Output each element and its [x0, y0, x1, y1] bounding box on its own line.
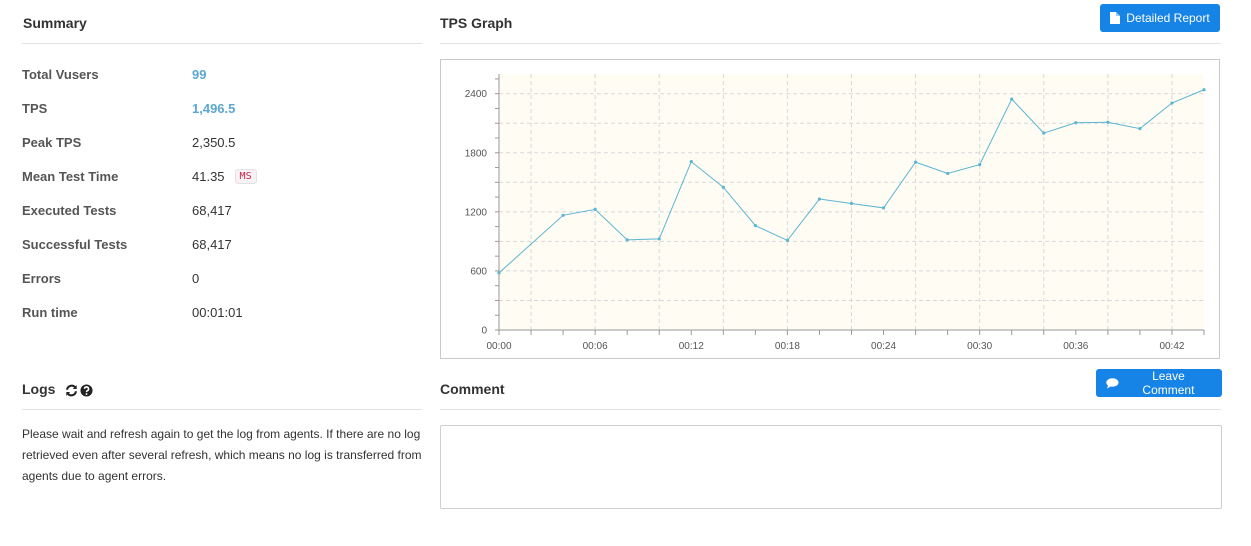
- tps-data-point: [657, 237, 661, 241]
- tps-graph-title: TPS Graph: [440, 15, 513, 31]
- comment-title: Comment: [440, 381, 505, 397]
- summary-row-tps: TPS 1,496.5: [22, 98, 422, 118]
- summary-value-wrap: 41.35 MS: [192, 168, 257, 184]
- x-tick-label: 00:42: [1159, 341, 1184, 352]
- summary-title: Summary: [23, 15, 87, 31]
- summary-label: Errors: [22, 270, 62, 286]
- logs-title: Logs: [22, 381, 56, 397]
- logs-icon-group: [65, 384, 93, 397]
- summary-row-total-vusers: Total Vusers 99: [22, 64, 422, 84]
- tps-data-point: [1074, 121, 1078, 125]
- y-tick-label: 1800: [465, 148, 488, 159]
- help-icon[interactable]: [80, 384, 93, 397]
- tps-data-point: [881, 206, 886, 210]
- logs-message: Please wait and refresh again to get the…: [22, 427, 422, 483]
- comment-divider: [440, 409, 1221, 410]
- tps-chart-frame: 0 600 1200 1800 2400 00:00 00:06 00:12 00:18 00:2…: [440, 59, 1220, 359]
- y-tick-label: 1200: [465, 207, 488, 218]
- summary-label: Total Vusers: [22, 66, 99, 82]
- x-tick-label: 00:12: [679, 341, 704, 352]
- detailed-report-label: Detailed Report: [1126, 11, 1210, 25]
- x-tick-label: 00:36: [1063, 341, 1088, 352]
- summary-value: 0: [192, 270, 200, 286]
- tps-data-point: [1202, 88, 1206, 92]
- x-tick-label: 00:00: [486, 341, 511, 352]
- summary-row-executed-tests: Executed Tests 68,417: [22, 200, 422, 220]
- tps-data-point: [689, 160, 693, 164]
- tps-line-chart: 0 600 1200 1800 2400 00:00 00:06 00:12 00:18 00:2…: [465, 74, 1206, 352]
- tps-data-point: [946, 171, 950, 176]
- summary-value: 1,496.5: [192, 100, 236, 116]
- logs-header: Logs: [22, 381, 93, 397]
- tps-data-point: [1170, 101, 1174, 105]
- tps-data-point: [978, 162, 982, 167]
- leave-comment-label: Leave Comment: [1142, 369, 1195, 397]
- tps-data-point: [1138, 127, 1142, 131]
- tps-data-point: [1010, 97, 1014, 101]
- detailed-report-button[interactable]: Detailed Report: [1100, 4, 1220, 32]
- x-tick-label: 00:24: [871, 341, 896, 352]
- summary-label: Executed Tests: [22, 202, 117, 218]
- summary-value: 68,417: [192, 236, 232, 252]
- tps-data-point: [625, 238, 629, 242]
- summary-value: 00:01:01: [192, 304, 243, 320]
- summary-label: TPS: [22, 100, 48, 116]
- summary-label: Run time: [22, 304, 78, 320]
- tps-data-point: [753, 224, 757, 228]
- tps-data-point: [1106, 120, 1110, 124]
- tps-data-point: [593, 207, 597, 211]
- summary-label: Peak TPS: [22, 134, 82, 150]
- summary-row-mean-test-time: Mean Test Time 41.35 MS: [22, 166, 422, 186]
- document-icon: [1110, 12, 1121, 24]
- summary-value: 99: [192, 66, 207, 82]
- summary-row-errors: Errors 0: [22, 268, 422, 288]
- tps-graph-divider: [440, 43, 1221, 44]
- summary-row-run-time: Run time 00:01:01: [22, 302, 422, 322]
- y-tick-label: 600: [470, 266, 487, 277]
- summary-value: 2,350.5: [192, 134, 236, 150]
- summary-label: Successful Tests: [22, 236, 128, 252]
- y-tick-label: 0: [481, 326, 487, 337]
- tps-data-point: [849, 201, 854, 206]
- summary-value: 41.35: [192, 168, 225, 184]
- refresh-icon[interactable]: [65, 384, 78, 397]
- unit-badge: MS: [234, 168, 257, 184]
- tps-data-point: [721, 185, 725, 189]
- comment-input[interactable]: [440, 425, 1222, 509]
- tps-data-point: [497, 271, 501, 275]
- summary-row-peak-tps: Peak TPS 2,350.5: [22, 132, 422, 152]
- tps-data-point: [561, 213, 565, 217]
- summary-label: Mean Test Time: [22, 168, 119, 184]
- x-tick-label: 00:18: [775, 341, 800, 352]
- x-tick-label: 00:30: [967, 341, 992, 352]
- tps-data-point: [817, 197, 822, 201]
- summary-value: 68,417: [192, 202, 232, 218]
- tps-data-point: [1042, 131, 1046, 135]
- x-tick-label: 00:06: [583, 341, 608, 352]
- comment-icon: [1106, 377, 1119, 389]
- tps-data-point: [913, 160, 918, 164]
- summary-row-successful-tests: Successful Tests 68,417: [22, 234, 422, 254]
- logs-divider: [22, 409, 422, 410]
- y-tick-label: 2400: [465, 89, 488, 100]
- leave-comment-button[interactable]: Leave Comment: [1096, 369, 1222, 397]
- summary-divider: [22, 43, 422, 44]
- tps-data-point: [785, 238, 790, 242]
